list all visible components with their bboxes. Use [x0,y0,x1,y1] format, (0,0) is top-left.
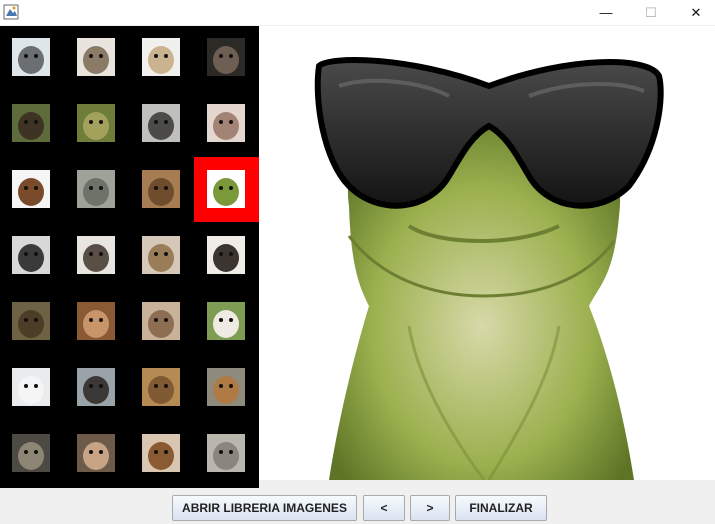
close-button[interactable]: ✕ [673,0,715,25]
thumbnail-20[interactable] [207,302,245,340]
thumbnail-7[interactable] [142,104,180,142]
thumbnail-22[interactable] [77,368,115,406]
thumbnail-11[interactable] [142,170,180,208]
thumbnail-18[interactable] [77,302,115,340]
button-bar [0,488,715,524]
thumbnail-6[interactable] [77,104,115,142]
thumbnail-19[interactable] [142,302,180,340]
previous-image-button[interactable]: < [363,495,405,521]
thumbnail-23[interactable] [142,368,180,406]
java-cup-icon [3,4,19,20]
maximize-icon: ☐ [645,4,657,20]
thumbnail-5[interactable] [12,104,50,142]
thumbnail-14[interactable] [77,236,115,274]
thumbnail-10[interactable] [77,170,115,208]
close-icon: ✕ [690,4,702,20]
open-image-library-button[interactable]: ABRIR LIBRERIA IMAGENES [172,495,357,521]
thumbnail-2[interactable] [77,38,115,76]
thumbnail-8[interactable] [207,104,245,142]
finish-button[interactable]: FINALIZAR [455,495,547,521]
thumbnail-15[interactable] [142,236,180,274]
thumbnail-28[interactable] [207,434,245,472]
minimize-icon: — [599,5,613,20]
title-bar: — ☐ ✕ [0,0,715,25]
thumbnail-9[interactable] [12,170,50,208]
frog-with-sunglasses-image [314,57,664,480]
next-image-button[interactable]: > [410,495,450,521]
thumbnail-25[interactable] [12,434,50,472]
thumbnail-13[interactable] [12,236,50,274]
thumbnail-4[interactable] [207,38,245,76]
thumbnail-12[interactable] [207,170,245,208]
thumbnail-26[interactable] [77,434,115,472]
maximize-button[interactable]: ☐ [628,0,674,25]
thumbnail-3[interactable] [142,38,180,76]
thumbnail-27[interactable] [142,434,180,472]
minimize-button[interactable]: — [583,0,629,25]
thumbnail-1[interactable] [12,38,50,76]
thumbnail-16[interactable] [207,236,245,274]
thumbnail-17[interactable] [12,302,50,340]
image-viewer [259,26,715,480]
thumbnail-21[interactable] [12,368,50,406]
thumbnail-gallery [0,26,259,488]
thumbnail-24[interactable] [207,368,245,406]
